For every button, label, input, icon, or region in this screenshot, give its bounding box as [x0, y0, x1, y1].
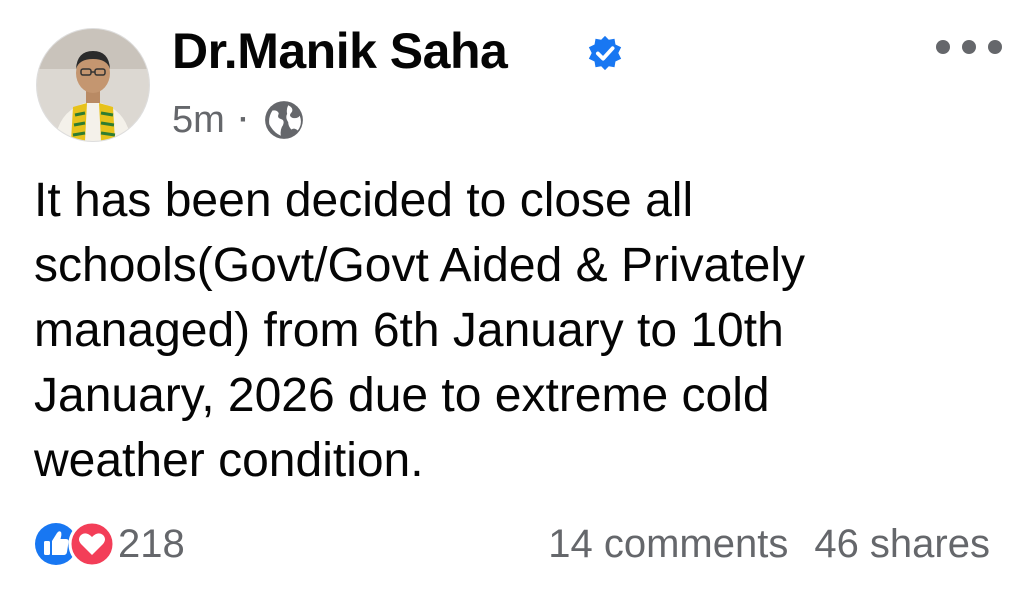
- post-stats: 14 comments 46 shares: [548, 518, 990, 570]
- post-timestamp[interactable]: 5m: [172, 99, 225, 142]
- more-options-button[interactable]: [936, 32, 1002, 62]
- more-dot-icon: [936, 40, 950, 54]
- shares-count-link[interactable]: 46 shares: [814, 522, 990, 567]
- post-text-line: January, 2026 due to extreme cold: [34, 369, 770, 422]
- comments-count-link[interactable]: 14 comments: [548, 522, 788, 567]
- verified-badge-icon: [588, 35, 622, 71]
- post-text-line: It has been decided to close all: [34, 174, 694, 227]
- more-dot-icon: [962, 40, 976, 54]
- facebook-post: Dr.Manik Saha 5m · It has been decided t…: [0, 0, 1024, 596]
- post-meta: 5m ·: [172, 96, 305, 144]
- love-icon: [68, 520, 116, 568]
- more-dot-icon: [988, 40, 1002, 54]
- post-message: It has been decided to close all schools…: [34, 168, 994, 493]
- author-avatar[interactable]: [36, 28, 150, 142]
- post-text-line: weather condition.: [34, 434, 424, 487]
- avatar-photo: [37, 29, 149, 141]
- author-name[interactable]: Dr.Manik Saha: [172, 22, 508, 80]
- post-text-line: schools(Govt/Govt Aided & Privately: [34, 239, 805, 292]
- post-text-line: managed) from 6th January to 10th: [34, 304, 784, 357]
- reactions-summary[interactable]: 218: [34, 518, 185, 570]
- meta-separator: ·: [238, 103, 249, 136]
- reaction-icons: [34, 520, 130, 568]
- globe-icon[interactable]: [263, 99, 305, 141]
